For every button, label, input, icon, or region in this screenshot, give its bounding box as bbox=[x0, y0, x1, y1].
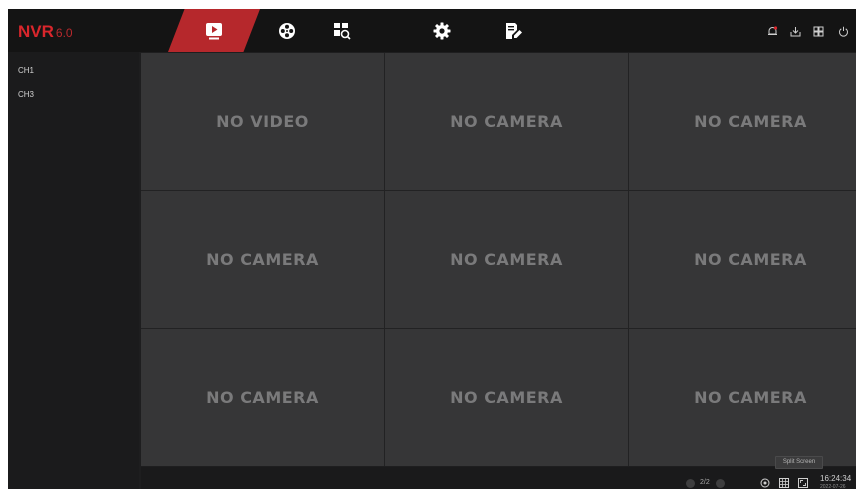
grid-icon bbox=[813, 26, 823, 36]
camera-cell-label: NO CAMERA bbox=[694, 250, 807, 269]
camera-cell-label: NO CAMERA bbox=[450, 250, 563, 269]
nav-maintenance[interactable] bbox=[501, 20, 525, 42]
split-screen-tooltip: Split Screen bbox=[775, 456, 823, 469]
camera-cell[interactable]: NO CAMERA bbox=[629, 53, 856, 190]
camera-cell[interactable]: NO CAMERA bbox=[629, 191, 856, 328]
camera-cell[interactable]: NO CAMERA bbox=[141, 191, 384, 328]
channel-sidebar: CH1 CH3 bbox=[8, 52, 139, 489]
edit-doc-icon bbox=[506, 23, 522, 39]
camera-cell-label: NO CAMERA bbox=[206, 250, 319, 269]
prev-page-button[interactable] bbox=[686, 479, 695, 488]
record-button[interactable] bbox=[759, 478, 770, 488]
fullscreen-icon bbox=[797, 478, 808, 488]
nav-live-view[interactable] bbox=[202, 20, 226, 42]
layout-button[interactable] bbox=[811, 25, 825, 37]
camera-grid: NO VIDEO NO CAMERA NO CAMERA NO CAMERA N… bbox=[141, 53, 856, 466]
clock-time: 16:24:34 bbox=[820, 474, 852, 483]
camera-cell[interactable]: NO CAMERA bbox=[141, 329, 384, 466]
logo: NVR 6.0 bbox=[18, 22, 73, 43]
next-page-button[interactable] bbox=[716, 479, 725, 488]
nvr-screen: NVR 6.0 CH1 CH3 NO VIDEO NO CAMERA NO CA… bbox=[8, 9, 856, 489]
gear-icon bbox=[433, 22, 451, 40]
download-icon bbox=[790, 26, 800, 36]
search-grid-icon bbox=[334, 23, 351, 40]
camera-cell-label: NO CAMERA bbox=[206, 388, 319, 407]
clock-date: 2022-07-26 bbox=[820, 484, 846, 490]
camera-cell-label: NO CAMERA bbox=[694, 112, 807, 131]
download-button[interactable] bbox=[788, 25, 802, 37]
camera-cell[interactable]: NO CAMERA bbox=[629, 329, 856, 466]
alarm-icon bbox=[767, 25, 777, 35]
power-button[interactable] bbox=[836, 25, 850, 37]
camera-cell-label: NO CAMERA bbox=[450, 388, 563, 407]
channel-item-ch1[interactable]: CH1 bbox=[18, 66, 34, 75]
target-icon bbox=[760, 478, 769, 488]
camera-cell[interactable]: NO CAMERA bbox=[385, 329, 628, 466]
bottom-bar bbox=[141, 467, 856, 489]
nav-search[interactable] bbox=[330, 20, 354, 42]
channel-item-ch3[interactable]: CH3 bbox=[18, 90, 34, 99]
logo-version: 6.0 bbox=[55, 26, 73, 40]
nav-settings[interactable] bbox=[430, 20, 454, 42]
alarm-button[interactable] bbox=[765, 25, 779, 37]
split-screen-button[interactable] bbox=[778, 478, 789, 488]
play-icon bbox=[206, 23, 222, 40]
page-indicator: 2/2 bbox=[700, 479, 710, 486]
logo-text: NVR bbox=[18, 22, 54, 41]
split-grid-icon bbox=[778, 478, 789, 488]
fullscreen-button[interactable] bbox=[797, 478, 808, 488]
top-bar: NVR 6.0 bbox=[8, 9, 856, 52]
nav-playback[interactable] bbox=[275, 20, 299, 42]
power-icon bbox=[838, 26, 848, 37]
reel-icon bbox=[279, 23, 295, 39]
camera-cell[interactable]: NO CAMERA bbox=[385, 53, 628, 190]
camera-cell-label: NO CAMERA bbox=[694, 388, 807, 407]
camera-cell[interactable]: NO CAMERA bbox=[385, 191, 628, 328]
camera-cell[interactable]: NO VIDEO bbox=[141, 53, 384, 190]
camera-cell-label: NO CAMERA bbox=[450, 112, 563, 131]
camera-cell-label: NO VIDEO bbox=[216, 112, 309, 131]
